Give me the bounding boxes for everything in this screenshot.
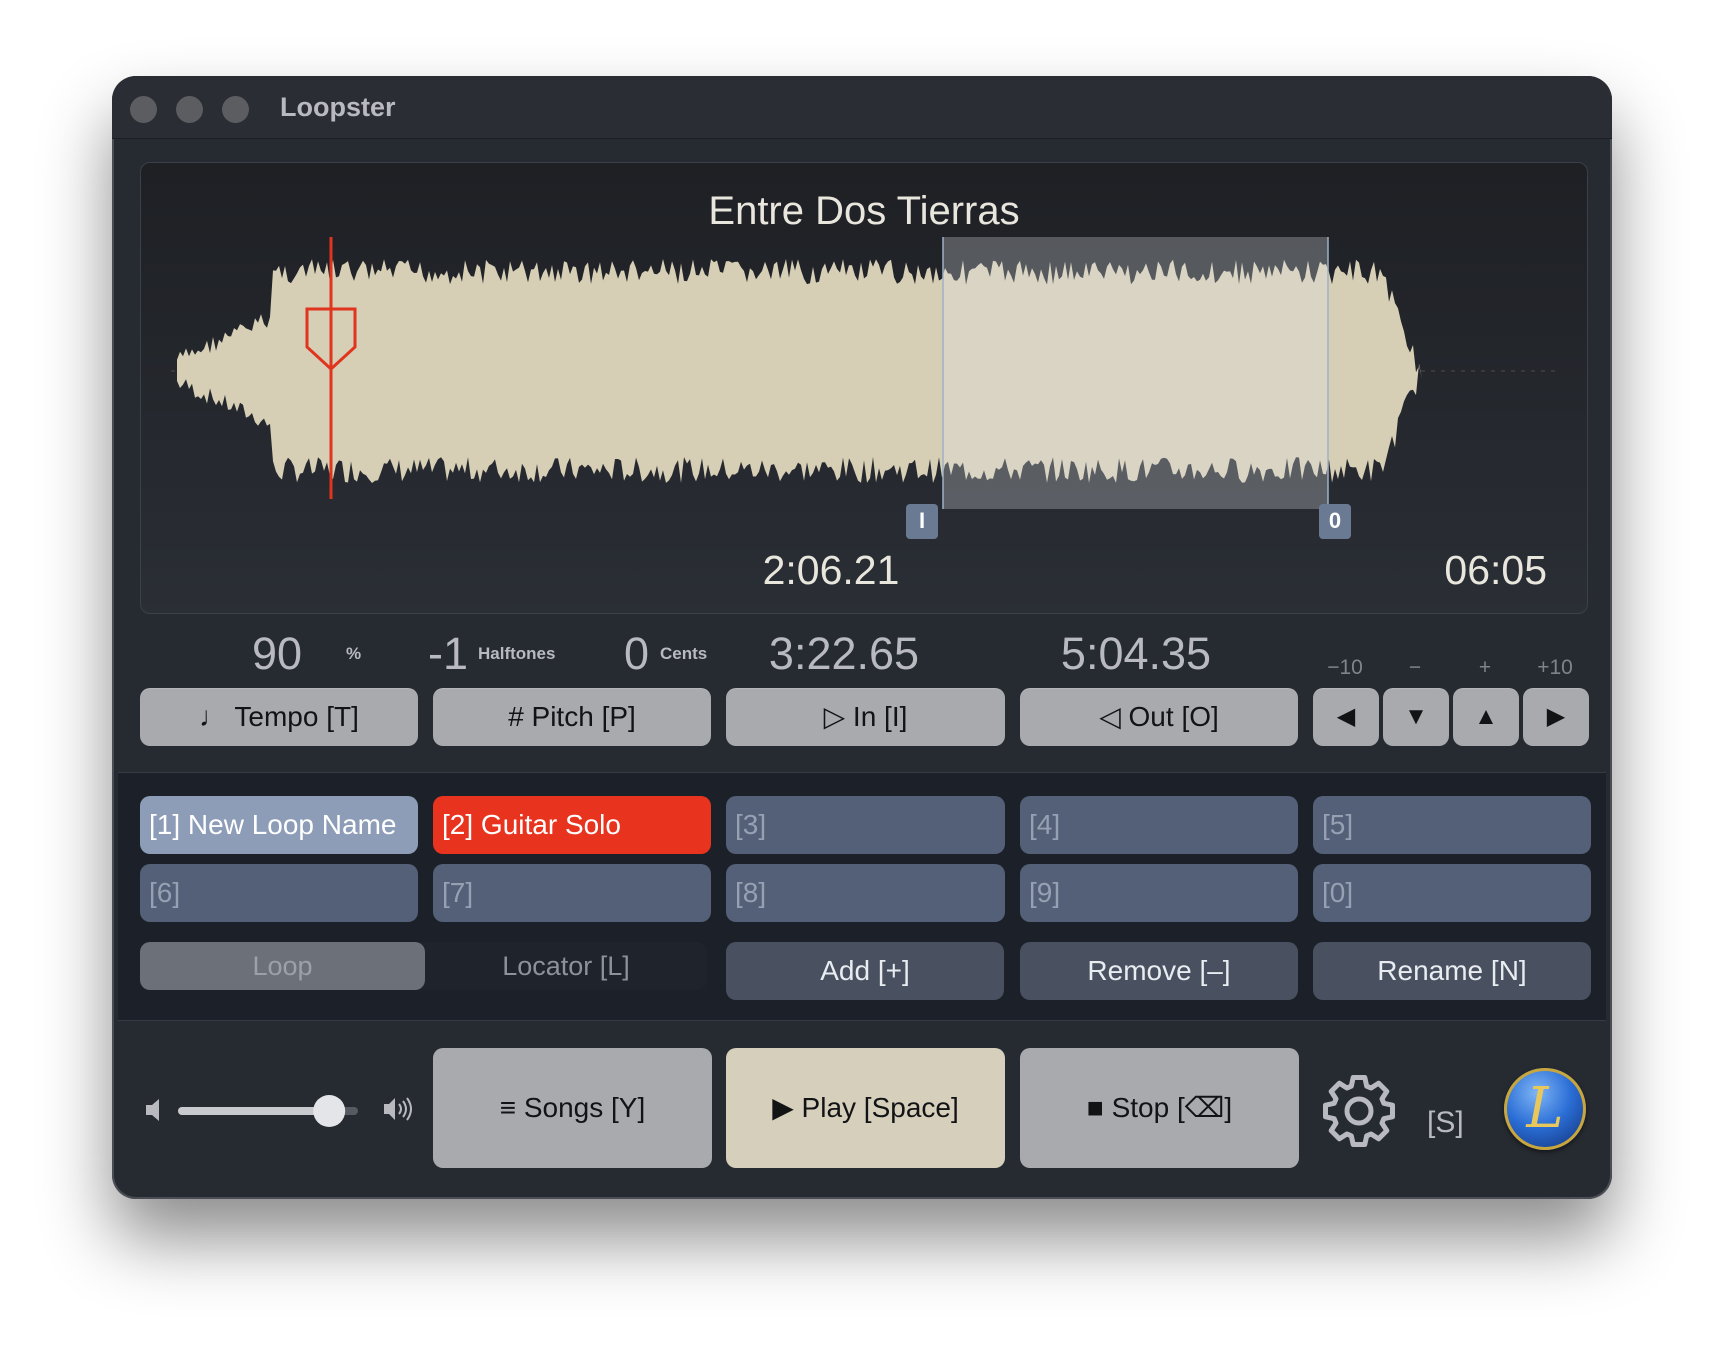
cents-value: 0 (624, 628, 650, 679)
minimize-window-button[interactable] (176, 96, 203, 123)
loop-slot-2[interactable]: [2] Guitar Solo (433, 796, 711, 854)
songs-button[interactable]: ≡ Songs [Y] (433, 1048, 712, 1168)
loop-slot-1[interactable]: [1] New Loop Name (140, 796, 418, 854)
nudge-label-minus10: −10 (1327, 656, 1363, 679)
nudge-label-minus: − (1408, 656, 1422, 679)
volume-low-icon (146, 1099, 159, 1121)
mode-segmented-control: Loop Locator [L] (140, 942, 707, 990)
add-loop-button[interactable]: Add [+] (726, 942, 1004, 1000)
current-time: 2:06.21 (762, 547, 900, 593)
nudge-back-button[interactable]: ▼ (1383, 688, 1449, 746)
in-marker[interactable]: I (906, 504, 938, 539)
in-time: 3:22.65 (768, 628, 920, 679)
tempo-unit: % (346, 644, 362, 663)
song-title: Entre Dos Tierras (708, 189, 1020, 233)
loop-slot-8[interactable]: [8] (726, 864, 1005, 922)
play-button[interactable]: ▶ Play [Space] (726, 1048, 1005, 1168)
nudge-forward-button[interactable]: ▲ (1453, 688, 1519, 746)
rename-loop-button[interactable]: Rename [N] (1313, 942, 1591, 1000)
out-time: 5:04.35 (1060, 628, 1212, 679)
waveform-panel[interactable]: Entre Dos Tierras I 0 2:06.21 06:05 (140, 162, 1588, 614)
volume-high-icon (384, 1097, 412, 1121)
remove-loop-button[interactable]: Remove [–] (1020, 942, 1298, 1000)
close-window-button[interactable] (130, 96, 157, 123)
tempo-value: 90 (252, 628, 303, 679)
loop-slot-9[interactable]: [9] (1020, 864, 1298, 922)
loop-slot-3[interactable]: [3] (726, 796, 1005, 854)
pitch-button[interactable]: # Pitch [P] (433, 688, 711, 746)
total-time: 06:05 (1444, 547, 1547, 593)
in-button[interactable]: ▷ In [I] (726, 688, 1005, 746)
nudge-back-10-button[interactable]: ◀ (1313, 688, 1379, 746)
tempo-button[interactable]: ♩ Tempo [T] (140, 688, 418, 746)
stop-button[interactable]: ■ Stop [⌫] (1020, 1048, 1299, 1168)
cents-unit: Cents (660, 644, 708, 663)
mode-locator-segment[interactable]: Locator [L] (425, 942, 707, 990)
nudge-label-plus10: +10 (1537, 656, 1573, 679)
zoom-window-button[interactable] (222, 96, 249, 123)
nudge-label-plus: + (1478, 656, 1492, 679)
loop-slot-0[interactable]: [0] (1313, 864, 1591, 922)
logo-letter: L (1526, 1076, 1564, 1141)
gear-icon[interactable] (1316, 1068, 1402, 1154)
pitch-unit: Halftones (478, 644, 556, 663)
app-logo[interactable]: L (1504, 1068, 1586, 1150)
settings-shortcut-label: [S] (1427, 1106, 1464, 1139)
nudge-forward-10-button[interactable]: ▶ (1523, 688, 1589, 746)
out-marker[interactable]: 0 (1319, 504, 1351, 539)
loop-slot-7[interactable]: [7] (433, 864, 711, 922)
pitch-value: -1 (428, 628, 469, 679)
volume-slider-knob[interactable] (313, 1095, 346, 1127)
loop-slot-5[interactable]: [5] (1313, 796, 1591, 854)
loop-selection-region[interactable] (943, 237, 1328, 509)
mode-loop-segment[interactable]: Loop (140, 942, 425, 990)
out-button[interactable]: ◁ Out [O] (1020, 688, 1298, 746)
window-title: Loopster (280, 92, 396, 122)
app-window: Loopster Entre Dos Tierras I 0 2:06.21 0… (112, 76, 1612, 1199)
loop-slot-4[interactable]: [4] (1020, 796, 1298, 854)
loop-slot-6[interactable]: [6] (140, 864, 418, 922)
title-bar: Loopster (112, 76, 1612, 139)
volume-slider[interactable] (178, 1094, 368, 1128)
